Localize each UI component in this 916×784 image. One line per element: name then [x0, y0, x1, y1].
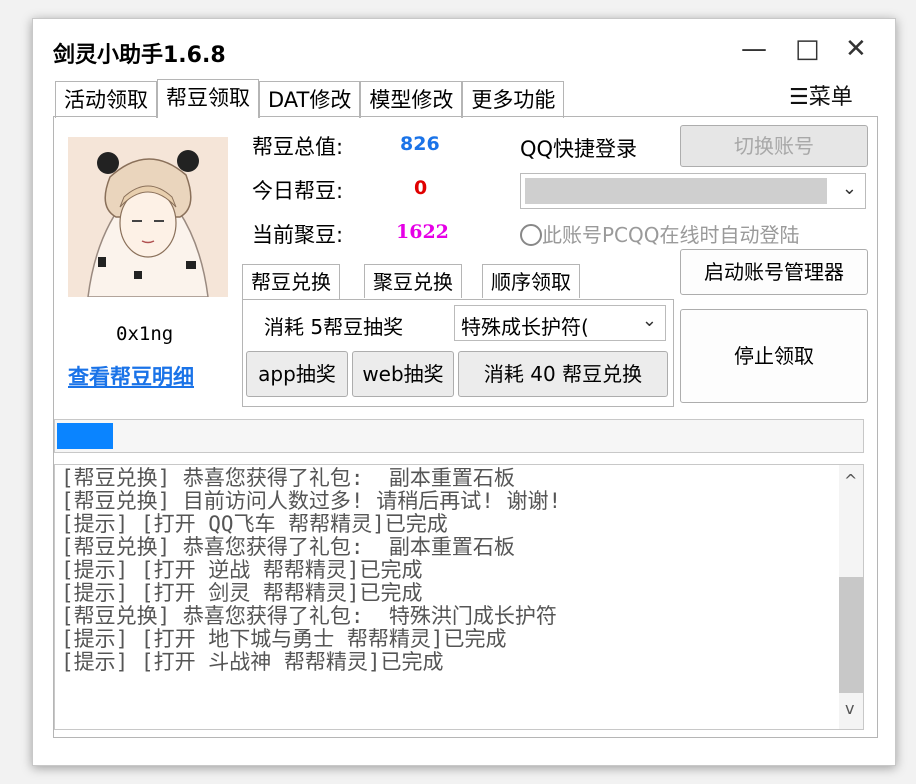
log-line: [提示] [打开 QQ飞车 帮帮精灵]已完成 — [61, 512, 448, 536]
window-title: 剑灵小助手1.6.8 — [53, 43, 226, 68]
log-line: [帮豆兑换] 恭喜您获得了礼包: 特殊洪门成长护符 — [61, 604, 557, 628]
total-value: 826 — [400, 133, 440, 155]
log-line: [提示] [打开 斗战神 帮帮精灵]已完成 — [61, 650, 444, 674]
log-line: [提示] [打开 逆战 帮帮精灵]已完成 — [61, 558, 423, 582]
stop-button[interactable]: 停止领取 — [680, 309, 868, 403]
qq-login-label: QQ快捷登录 — [520, 137, 638, 161]
subtab-bangdou-exchange[interactable]: 帮豆兑换 — [242, 264, 340, 300]
today-value: 0 — [414, 177, 428, 199]
account-manager-button[interactable]: 启动账号管理器 — [680, 249, 868, 295]
total-label: 帮豆总值: — [252, 135, 344, 159]
current-value: 1622 — [396, 221, 449, 243]
avatar-illustration — [68, 137, 228, 297]
scroll-thumb[interactable] — [839, 577, 863, 693]
close-icon[interactable]: ✕ — [845, 33, 867, 65]
app-window: 剑灵小助手1.6.8 — □ ✕ ☰菜单 活动领取 帮豆领取 DAT修改 模型修… — [32, 18, 896, 766]
switch-account-button[interactable]: 切换账号 — [680, 125, 868, 167]
subtab-judou-exchange[interactable]: 聚豆兑换 — [364, 264, 462, 298]
progress-bar — [54, 419, 864, 453]
hamburger-icon: ☰ — [789, 85, 809, 110]
current-label: 当前聚豆: — [252, 223, 344, 247]
account-select-value — [525, 178, 827, 204]
log-lines: [帮豆兑换] 恭喜您获得了礼包: 副本重置石板 [帮豆兑换] 目前访问人数过多! … — [61, 467, 561, 674]
log-line: [帮豆兑换] 恭喜您获得了礼包: 副本重置石板 — [61, 535, 515, 559]
scroll-down-icon[interactable]: v — [845, 699, 854, 718]
tab-bangdou[interactable]: 帮豆领取 — [157, 79, 259, 118]
menu-label: 菜单 — [808, 85, 853, 110]
log-line: [帮豆兑换] 目前访问人数过多! 请稍后再试! 谢谢! — [61, 489, 562, 513]
subtab-sequential[interactable]: 顺序领取 — [482, 264, 580, 298]
log-line: [帮豆兑换] 恭喜您获得了礼包: 副本重置石板 — [61, 466, 515, 490]
chevron-down-icon: ⌄ — [641, 310, 657, 331]
profile-name: 0x1ng — [116, 323, 174, 345]
account-select[interactable]: ⌄ — [520, 173, 866, 209]
exchange-button[interactable]: 消耗 40 帮豆兑换 — [458, 351, 668, 397]
tab-dat[interactable]: DAT修改 — [259, 81, 361, 118]
log-line: [提示] [打开 剑灵 帮帮精灵]已完成 — [61, 581, 423, 605]
log-area[interactable]: [帮豆兑换] 恭喜您获得了礼包: 副本重置石板 [帮豆兑换] 目前访问人数过多! … — [54, 464, 864, 730]
avatar — [68, 137, 228, 297]
log-line: [提示] [打开 地下城与勇士 帮帮精灵]已完成 — [61, 627, 507, 651]
tab-more[interactable]: 更多功能 — [462, 81, 565, 118]
cost-label: 消耗 5帮豆抽奖 — [264, 315, 404, 339]
progress-fill — [57, 423, 113, 449]
app-draw-button[interactable]: app抽奖 — [246, 351, 348, 397]
web-draw-button[interactable]: web抽奖 — [352, 351, 454, 397]
chevron-down-icon: ⌄ — [841, 178, 857, 199]
main-tabs: 活动领取 帮豆领取 DAT修改 模型修改 更多功能 — [55, 79, 565, 118]
radio-circle-icon — [520, 224, 542, 246]
tab-activity[interactable]: 活动领取 — [55, 81, 157, 118]
maximize-icon[interactable]: □ — [795, 33, 820, 65]
menu-button[interactable]: ☰菜单 — [789, 79, 853, 111]
bangdou-details-link[interactable]: 查看帮豆明细 — [68, 361, 194, 391]
today-label: 今日帮豆: — [252, 179, 344, 203]
item-select[interactable]: 特殊成长护符( ⌄ — [454, 305, 666, 341]
scroll-up-icon[interactable]: ^ — [844, 471, 857, 490]
item-select-value: 特殊成长护符( — [461, 315, 589, 339]
log-scrollbar[interactable]: ^ v — [839, 465, 863, 729]
auto-login-label: 此账号PCQQ在线时自动登陆 — [542, 223, 800, 247]
auto-login-radio[interactable]: 此账号PCQQ在线时自动登陆 — [520, 219, 800, 248]
tab-model[interactable]: 模型修改 — [360, 81, 463, 118]
bangdou-panel: 0x1ng 查看帮豆明细 帮豆总值: 826 今日帮豆: 0 当前聚豆: 162… — [53, 116, 878, 738]
minimize-icon[interactable]: — — [741, 33, 767, 65]
